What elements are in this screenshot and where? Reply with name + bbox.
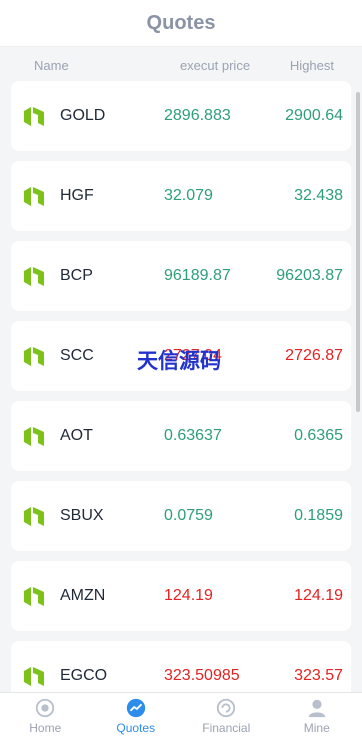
quote-highest: 2900.64 [285, 107, 343, 124]
tab-home-label: Home [29, 721, 62, 735]
column-highest: Highest [289, 57, 334, 73]
quote-price: 0.63637 [164, 427, 222, 444]
column-price: execut price [179, 57, 251, 73]
tab-quotes-label: Quotes [116, 721, 156, 735]
tab-financial[interactable]: Financial [181, 693, 272, 739]
green-logo-icon [24, 427, 44, 446]
page-header: Quotes [0, 0, 362, 47]
page-title: Quotes [146, 11, 216, 34]
quote-highest: 32.438 [294, 187, 343, 204]
tab-mine-label: Mine [303, 721, 330, 735]
financial-icon [217, 698, 236, 718]
quote-symbol: SBUX [60, 507, 104, 524]
quote-row-bcp[interactable]: BCP 96189.87 96203.87 [11, 241, 351, 311]
green-logo-icon [24, 187, 44, 206]
green-logo-icon [24, 267, 44, 286]
quote-row-gold[interactable]: GOLD 2896.883 2900.64 [11, 81, 351, 151]
quote-row-aot[interactable]: AOT 0.63637 0.6365 [11, 401, 351, 471]
quote-row-hgf[interactable]: HGF 32.079 32.438 [11, 161, 351, 231]
quote-price: 32.079 [164, 187, 213, 204]
tab-home[interactable]: Home [0, 693, 91, 739]
quote-row-sbux[interactable]: SBUX 0.0759 0.1859 [11, 481, 351, 551]
quote-symbol: AMZN [60, 587, 106, 604]
quotes-list[interactable]: GOLD 2896.883 2900.64 HGF 32.079 32.438 … [0, 80, 362, 693]
column-header: Name execut price Highest [0, 47, 362, 83]
home-icon [36, 698, 55, 718]
green-logo-icon [24, 587, 44, 606]
green-logo-icon [24, 107, 44, 126]
quote-symbol: BCP [60, 267, 93, 284]
column-name: Name [34, 57, 69, 73]
quote-price: 96189.87 [164, 267, 231, 284]
quote-price: 0.0759 [164, 507, 213, 524]
quote-symbol: HGF [60, 187, 94, 204]
quote-highest: 2726.87 [285, 347, 343, 364]
watermark-text: 天信源码 [137, 350, 221, 373]
quote-highest: 0.1859 [294, 507, 343, 524]
tab-mine[interactable]: Mine [272, 693, 362, 739]
quote-highest: 96203.87 [276, 267, 343, 284]
quote-symbol: AOT [60, 427, 93, 444]
user-icon [308, 699, 325, 718]
tab-financial-label: Financial [202, 721, 251, 735]
bottom-tab-bar: Home Quotes Financial Mine [0, 692, 362, 739]
quote-price: 124.19 [164, 587, 213, 604]
quote-price: 2896.883 [164, 107, 231, 124]
quote-highest: 0.6365 [294, 427, 343, 444]
quote-symbol: EGCO [60, 667, 108, 684]
chart-trend-icon [126, 698, 145, 718]
quote-row-egco[interactable]: EGCO 323.50985 323.57 [11, 641, 351, 693]
quote-symbol: GOLD [60, 107, 106, 124]
quote-price: 323.50985 [164, 667, 240, 684]
quote-row-amzn[interactable]: AMZN 124.19 124.19 [11, 561, 351, 631]
quote-highest: 124.19 [294, 587, 343, 604]
tab-quotes[interactable]: Quotes [91, 693, 182, 739]
quote-highest: 323.57 [294, 667, 343, 684]
green-logo-icon [24, 667, 44, 686]
scrollbar[interactable] [356, 92, 360, 412]
green-logo-icon [24, 507, 44, 526]
green-logo-icon [24, 347, 44, 366]
